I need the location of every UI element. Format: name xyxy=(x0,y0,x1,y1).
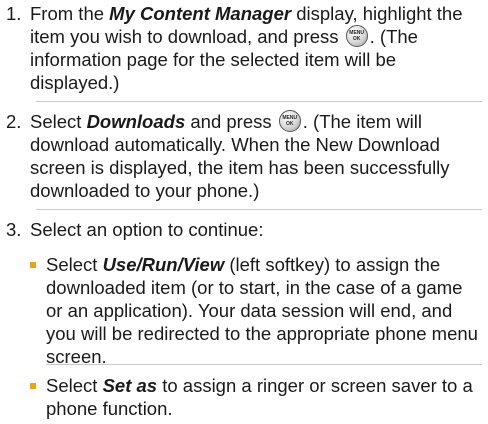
menu-path: Downloads xyxy=(86,111,186,132)
bullet-square-icon xyxy=(30,383,36,389)
menu-ok-key-icon: MENU OK xyxy=(278,110,301,132)
step-1: 1. From the My Content Manager display, … xyxy=(0,2,482,94)
step-text: Select Downloads and press MENU OK. (The … xyxy=(30,110,450,201)
step-3: 3. Select an option to continue: xyxy=(0,218,482,241)
step-number: 1. xyxy=(6,3,22,24)
option-text: Select Use/Run/View (left softkey) to as… xyxy=(46,254,478,367)
option-set-as: Select Set as to assign a ringer or scre… xyxy=(30,374,482,420)
step-text: From the My Content Manager display, hig… xyxy=(30,3,463,93)
divider xyxy=(36,101,482,102)
step-text: Select an option to continue: xyxy=(30,219,264,240)
menu-ok-key-icon: MENU OK xyxy=(345,25,368,47)
softkey-label: Use/Run/View xyxy=(102,254,225,275)
menu-path: My Content Manager xyxy=(109,3,292,24)
option-use-run-view: Select Use/Run/View (left softkey) to as… xyxy=(30,253,482,368)
step-number: 3. xyxy=(6,219,22,240)
step-2: 2. Select Downloads and press MENU OK. (T… xyxy=(0,110,482,202)
menu-option-label: Set as xyxy=(102,375,158,396)
divider xyxy=(36,209,482,210)
bullet-square-icon xyxy=(30,262,36,268)
option-text: Select Set as to assign a ringer or scre… xyxy=(46,375,473,419)
step-number: 2. xyxy=(6,111,22,132)
divider xyxy=(46,364,482,365)
instructions-page: 1. From the My Content Manager display, … xyxy=(0,0,488,424)
